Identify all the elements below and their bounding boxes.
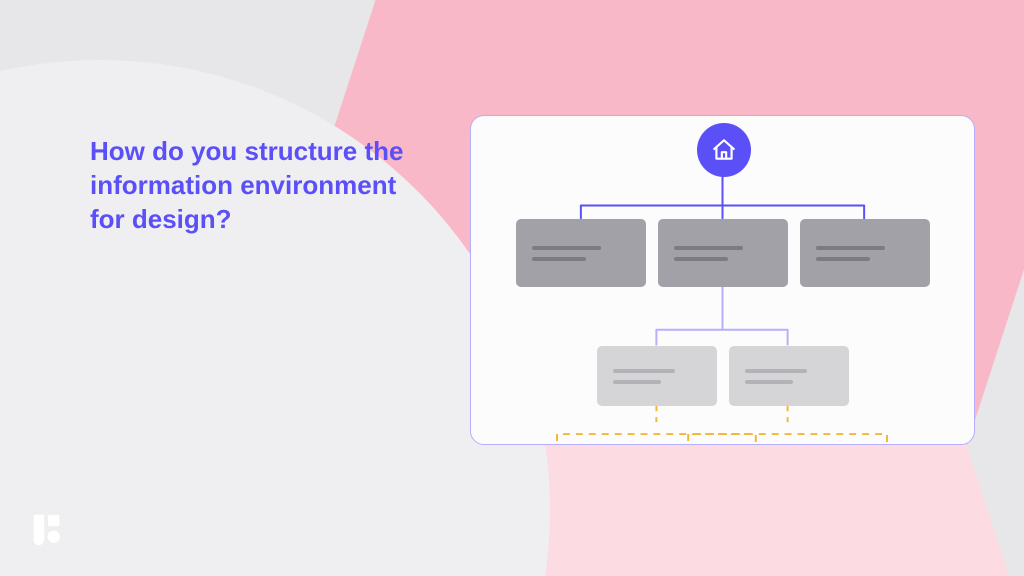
sitemap-panel xyxy=(470,115,975,445)
brand-logo xyxy=(28,511,66,554)
level1-node xyxy=(658,219,788,287)
placeholder-line xyxy=(613,380,661,384)
root-node xyxy=(697,123,751,177)
placeholder-line xyxy=(816,246,885,250)
level2-node xyxy=(729,346,849,406)
level1-node xyxy=(800,219,930,287)
placeholder-line xyxy=(745,380,793,384)
level1-node xyxy=(516,219,646,287)
placeholder-line xyxy=(674,257,728,261)
placeholder-line xyxy=(532,257,586,261)
placeholder-line xyxy=(532,246,601,250)
sitemap-diagram xyxy=(471,116,974,444)
placeholder-line xyxy=(613,369,675,373)
placeholder-line xyxy=(745,369,807,373)
placeholder-line xyxy=(816,257,870,261)
level2-node xyxy=(597,346,717,406)
page-title: How do you structure the information env… xyxy=(90,135,420,236)
home-icon xyxy=(711,137,737,163)
placeholder-line xyxy=(674,246,743,250)
